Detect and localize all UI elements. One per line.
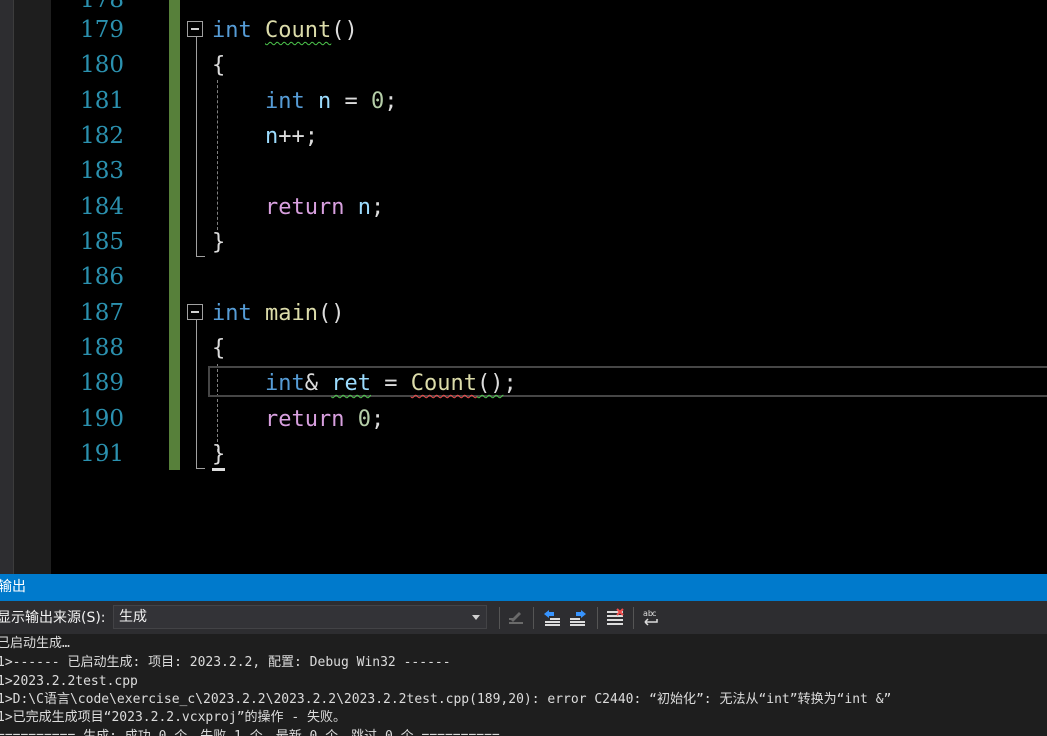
semicolon: ;: [384, 89, 398, 114]
code-line-181[interactable]: int n = 0;: [212, 84, 398, 119]
keyword: int: [212, 301, 252, 326]
code-editor[interactable]: 178 179 180 181 182 183 184 185 186 187 …: [0, 0, 1047, 574]
code-line-190[interactable]: return 0;: [212, 402, 384, 437]
line-number: 190: [80, 406, 124, 432]
line-number: 182: [80, 123, 124, 149]
next-message-icon[interactable]: [567, 607, 589, 629]
keyword-return: return: [264, 407, 345, 432]
line-number: 184: [80, 194, 124, 220]
outline-line: [196, 37, 197, 257]
variable: n: [264, 124, 279, 149]
collapse-main-function-icon[interactable]: [187, 304, 203, 320]
output-source-value: 生成: [119, 609, 147, 625]
code-line-184[interactable]: return n;: [212, 190, 384, 225]
code-line-179[interactable]: int Count(): [212, 13, 358, 48]
line-number: 183: [80, 158, 124, 184]
output-source-dropdown[interactable]: 生成: [113, 605, 487, 629]
code-line-185[interactable]: }: [212, 225, 225, 260]
output-line: 1>2023.2.2test.cpp: [0, 674, 138, 689]
output-line: ========== 生成: 成功 0 个，失败 1 个，最新 0 个，跳过 0…: [0, 727, 500, 736]
line-number: 187: [80, 300, 124, 326]
find-in-output-icon[interactable]: [505, 607, 527, 629]
variable: n: [317, 89, 332, 114]
line-number: 186: [80, 264, 124, 290]
semicolon: ;: [503, 371, 517, 396]
collapse-count-function-icon[interactable]: [187, 21, 203, 37]
toolbar-separator: [633, 607, 634, 629]
line-number: 188: [80, 335, 124, 361]
function-name: main: [265, 301, 318, 326]
code-line-180[interactable]: {: [212, 48, 225, 83]
line-number: 189: [80, 370, 124, 396]
function-name: Count: [265, 18, 332, 43]
code-line-191[interactable]: }: [212, 437, 225, 472]
reference-operator: &: [304, 371, 318, 396]
operator: =: [344, 89, 358, 114]
toggle-word-wrap-icon[interactable]: ab c: [641, 607, 663, 629]
function-call: Count: [410, 371, 477, 396]
outline-end: [196, 256, 205, 257]
punctuation: (): [331, 18, 358, 43]
operator: =: [384, 371, 398, 396]
toolbar-separator: [597, 607, 598, 629]
line-number: 191: [80, 441, 124, 467]
previous-message-icon[interactable]: [541, 607, 563, 629]
code-line-187[interactable]: int main(): [212, 296, 344, 331]
punctuation: (): [476, 371, 504, 396]
brace: }: [212, 442, 226, 467]
toolbar-separator: [499, 607, 500, 629]
output-panel-title: 输出: [0, 579, 26, 595]
line-number: 179: [80, 17, 124, 43]
code-line-188[interactable]: {: [212, 331, 225, 366]
brace: {: [212, 336, 226, 361]
brace: }: [212, 230, 226, 255]
number-literal: 0: [357, 407, 371, 432]
semicolon: ;: [370, 195, 385, 220]
clear-all-icon[interactable]: [604, 607, 626, 629]
output-panel: 输出 显示输出来源(S): 生成 abc 已启动生成… 1>------ 已启: [0, 574, 1047, 736]
operator: ++;: [278, 124, 318, 149]
keyword: int: [212, 18, 252, 43]
code-line-189[interactable]: int& ret = Count();: [212, 366, 517, 401]
output-line: 1>D:\C语言\code\exercise_c\2023.2.2\2023.2…: [0, 692, 892, 707]
output-line: 已启动生成…: [0, 636, 70, 651]
svg-text:c: c: [652, 609, 656, 618]
keyword-return: return: [264, 195, 345, 220]
outline-end: [196, 468, 205, 469]
number-literal: 0: [370, 89, 385, 114]
editor-left-strip: [0, 0, 13, 574]
code-line-182[interactable]: n++;: [212, 119, 318, 154]
text-caret: [212, 468, 225, 471]
change-tracking-bar: [169, 0, 180, 470]
punctuation: (): [317, 301, 345, 326]
variable: ret: [331, 371, 371, 396]
variable: n: [357, 195, 371, 220]
output-source-label: 显示输出来源(S):: [0, 610, 106, 626]
output-panel-header[interactable]: 输出: [0, 574, 1047, 601]
semicolon: ;: [370, 407, 385, 432]
brace: {: [212, 53, 226, 78]
line-number: 181: [80, 88, 124, 114]
chevron-down-icon: [472, 615, 480, 620]
output-toolbar: 显示输出来源(S): 生成 ab c: [0, 601, 1047, 634]
line-number: 180: [80, 52, 124, 78]
indicator-margin[interactable]: [13, 0, 51, 574]
keyword: int: [264, 89, 305, 114]
outline-line: [196, 320, 197, 468]
line-number: 185: [80, 229, 124, 255]
toolbar-separator: [533, 607, 534, 629]
output-text-area[interactable]: 已启动生成… 1>------ 已启动生成: 项目: 2023.2.2, 配置:…: [0, 634, 1047, 736]
output-line: 1>已完成生成项目“2023.2.2.vcxproj”的操作 - 失败。: [0, 710, 347, 725]
output-line: 1>------ 已启动生成: 项目: 2023.2.2, 配置: Debug …: [0, 655, 451, 670]
keyword: int: [264, 371, 305, 396]
